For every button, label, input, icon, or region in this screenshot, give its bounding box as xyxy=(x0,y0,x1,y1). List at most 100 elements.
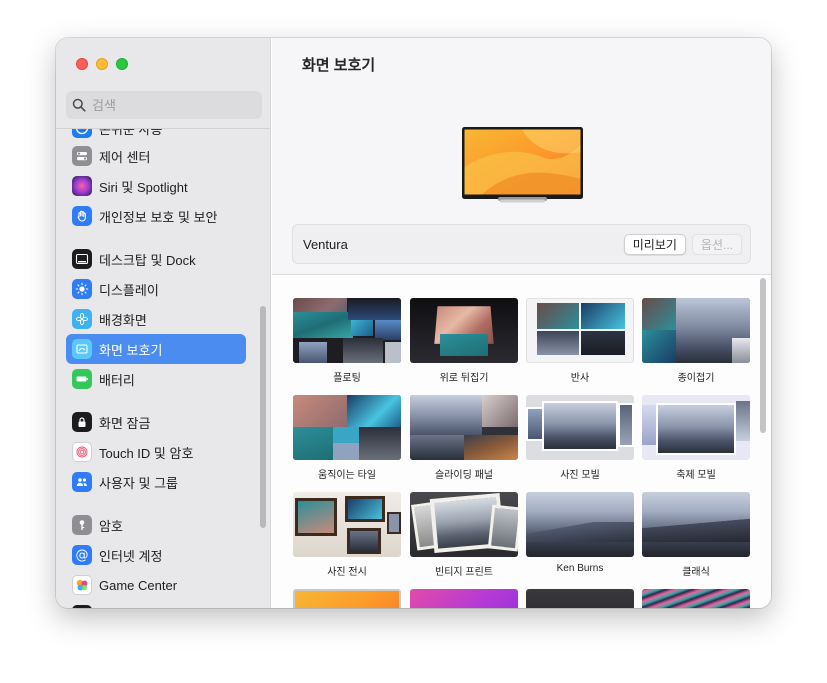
at-icon: @ xyxy=(72,545,92,565)
sidebar-item-label: Game Center xyxy=(99,577,178,593)
dock-icon xyxy=(72,249,92,269)
preview-button[interactable]: 미리보기 xyxy=(623,233,686,255)
fingerprint-icon xyxy=(72,442,92,462)
tile-label: 플로팅 xyxy=(333,373,361,384)
screensaver-tile-holiday-mobile[interactable]: 축제 모빌 xyxy=(642,395,750,481)
grid-scrollbar[interactable] xyxy=(760,278,766,433)
search-box[interactable] xyxy=(66,91,262,119)
sidebar-item-label: 사용자 및 그룹 xyxy=(99,475,178,491)
screensaver-tile-shifting-tiles[interactable]: 움직이는 타일 xyxy=(293,395,401,481)
tile-label: 슬라이딩 패널 xyxy=(435,470,493,481)
battery-icon xyxy=(72,369,92,389)
sidebar-item-battery[interactable]: 배터리 xyxy=(66,364,246,394)
screensaver-tile-reflections[interactable]: 반사 xyxy=(526,298,634,384)
screensaver-tile-photo-mobile[interactable]: 사진 모빌 xyxy=(526,395,634,481)
sidebar-item-desktop-dock[interactable]: 데스크탑 및 Dock xyxy=(66,244,246,274)
tile-label: 반사 xyxy=(570,373,590,384)
search-icon xyxy=(72,98,86,112)
tile-label: 사진 모빌 xyxy=(560,470,600,481)
screensaver-tile-classic[interactable]: 클래식 xyxy=(642,492,750,578)
tile-thumbnail xyxy=(526,589,634,608)
tile-label: 빈티지 프린트 xyxy=(435,567,493,578)
display-sun-icon xyxy=(72,279,92,299)
sidebar-item-label: 화면 보호기 xyxy=(99,342,163,358)
close-button[interactable] xyxy=(76,58,88,70)
tile-thumbnail xyxy=(410,492,518,557)
screensaver-tile-dark[interactable] xyxy=(526,589,634,608)
sidebar-item-internet-accounts[interactable]: @ 인터넷 계정 xyxy=(66,540,246,570)
tile-thumbnail xyxy=(293,395,401,460)
tile-thumbnail xyxy=(410,395,518,460)
main-content: 화면 보호기 Ventura 미리보기 옵션... 플로팅 위로 뒤집기 반사 … xyxy=(272,38,771,608)
screensaver-tile-photo-wall[interactable]: 사진 전시 xyxy=(293,492,401,578)
hand-icon xyxy=(72,206,92,226)
settings-window: 손쉬운 사용 제어 센터 Siri 및 Spotlight 개인정보 보호 및 … xyxy=(56,38,771,608)
window-controls xyxy=(76,58,128,70)
sidebar-item-label: 데스크탑 및 Dock xyxy=(99,252,196,268)
sidebar-item-displays[interactable]: 디스플레이 xyxy=(66,274,246,304)
tile-thumbnail xyxy=(410,298,518,363)
screensaver-tile-flip-up[interactable]: 위로 뒤집기 xyxy=(410,298,518,384)
screensaver-tile-floating[interactable]: 플로팅 xyxy=(293,298,401,384)
minimize-button[interactable] xyxy=(96,58,108,70)
users-icon xyxy=(72,472,92,492)
sidebar-item-screen-saver[interactable]: 화면 보호기 xyxy=(66,334,246,364)
sidebar-item-users-groups[interactable]: 사용자 및 그룹 xyxy=(66,467,246,497)
screensaver-tile-ken-burns[interactable]: Ken Burns xyxy=(526,492,634,574)
sidebar-item-label: 인터넷 계정 xyxy=(99,548,163,564)
sidebar-item-lock-screen[interactable]: 화면 잠금 xyxy=(66,407,246,437)
sidebar-item-wallpaper[interactable]: 배경화면 xyxy=(66,304,246,334)
screensaver-icon xyxy=(72,339,92,359)
tile-thumbnail xyxy=(526,395,634,460)
screensaver-grid: 플로팅 위로 뒤집기 반사 종이접기 움직이는 타일 슬라이딩 패널 사진 모빌… xyxy=(272,275,771,608)
tile-thumbnail xyxy=(410,589,518,608)
sidebar-item-touch-id[interactable]: Touch ID 및 암호 xyxy=(66,437,246,467)
sidebar-item-label: 디스플레이 xyxy=(99,282,159,298)
screensaver-tile-ventura[interactable] xyxy=(293,589,401,608)
sidebar-item-label: Siri 및 Spotlight xyxy=(99,179,188,195)
accessibility-icon xyxy=(72,129,92,138)
screensaver-tile-monterey[interactable] xyxy=(410,589,518,608)
zoom-button[interactable] xyxy=(116,58,128,70)
selected-saver-name: Ventura xyxy=(303,236,348,252)
sidebar-list: 손쉬운 사용 제어 센터 Siri 및 Spotlight 개인정보 보호 및 … xyxy=(56,129,271,608)
sidebar-item-label: 배터리 xyxy=(99,372,135,388)
sidebar-item-label: 개인정보 보호 및 보안 xyxy=(99,209,218,225)
screensaver-tile-vintage-prints[interactable]: 빈티지 프린트 xyxy=(410,492,518,578)
tile-label: 사진 전시 xyxy=(327,567,367,578)
screensaver-tile-drift[interactable] xyxy=(642,589,750,608)
key-icon xyxy=(72,515,92,535)
monitor-preview xyxy=(462,127,583,203)
sidebar-item-siri[interactable]: Siri 및 Spotlight xyxy=(66,171,246,201)
wallet-icon xyxy=(72,605,92,608)
tile-label: 클래식 xyxy=(682,567,710,578)
tile-thumbnail xyxy=(293,492,401,557)
page-title: 화면 보호기 xyxy=(302,57,376,74)
sidebar-item-privacy[interactable]: 개인정보 보호 및 보안 xyxy=(66,201,246,231)
screensaver-tile-sliding-panels[interactable]: 슬라이딩 패널 xyxy=(410,395,518,481)
screensaver-tile-origami[interactable]: 종이접기 xyxy=(642,298,750,384)
sidebar-item-wallet[interactable] xyxy=(66,600,246,608)
tile-thumbnail xyxy=(642,298,750,363)
sidebar-item-game-center[interactable]: Game Center xyxy=(66,570,246,600)
sidebar-item-passwords[interactable]: 암호 xyxy=(66,510,246,540)
tile-thumbnail xyxy=(293,298,401,363)
sidebar-item-label: Touch ID 및 암호 xyxy=(99,445,194,461)
sidebar-scrollbar[interactable] xyxy=(260,306,266,528)
tile-thumbnail xyxy=(293,589,401,608)
lock-icon xyxy=(72,412,92,432)
tile-thumbnail xyxy=(642,492,750,557)
sidebar-item-label: 암호 xyxy=(99,518,123,534)
tile-thumbnail xyxy=(526,492,634,557)
tile-thumbnail xyxy=(642,589,750,608)
search-input[interactable] xyxy=(92,97,252,113)
options-button[interactable]: 옵션... xyxy=(691,233,742,255)
tile-label: 움직이는 타일 xyxy=(318,470,376,481)
selected-saver-row: Ventura 미리보기 옵션... xyxy=(292,224,751,264)
tile-label: 종이접기 xyxy=(677,373,715,384)
siri-icon xyxy=(72,176,92,196)
sidebar-item-control-center[interactable]: 제어 센터 xyxy=(66,141,246,171)
sidebar-item-label: 손쉬운 사용 xyxy=(99,129,163,137)
tile-thumbnail xyxy=(642,395,750,460)
sidebar-item-label: 배경화면 xyxy=(99,312,147,328)
